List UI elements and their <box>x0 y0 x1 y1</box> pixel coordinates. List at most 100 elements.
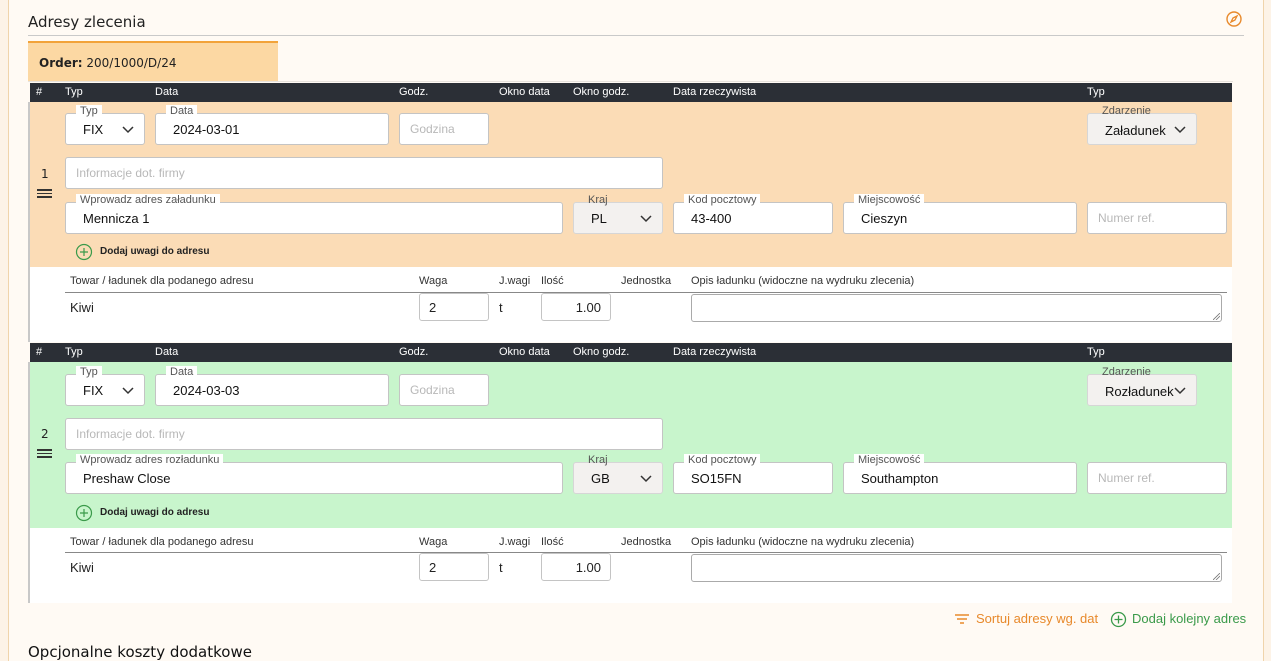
add-note-button[interactable]: Dodaj uwagi do adresu <box>75 243 210 261</box>
reference-input[interactable]: Numer ref. <box>1087 462 1227 494</box>
city-input[interactable]: Miejscowość Cieszyn <box>843 194 1077 234</box>
event-select[interactable]: Zdarzenie Rozładunek <box>1087 366 1197 406</box>
chevron-down-icon <box>122 126 134 134</box>
column-header: J.wagi <box>499 536 531 548</box>
compass-icon[interactable] <box>1226 11 1242 27</box>
time-input[interactable]: Godzina <box>399 374 489 406</box>
field-placeholder: Godzina <box>410 383 455 397</box>
column-header: # <box>36 346 43 358</box>
column-header: Data rzeczywista <box>673 346 757 358</box>
drag-handle-icon[interactable] <box>37 189 52 200</box>
add-address-label: Dodaj kolejny adres <box>1132 611 1247 626</box>
field-value: Cieszyn <box>861 211 908 226</box>
cargo-name: Kiwi <box>70 560 94 575</box>
column-header: # <box>36 86 43 98</box>
plus-circle-icon <box>1110 611 1127 628</box>
field-value: Southampton <box>861 471 939 486</box>
city-input[interactable]: Miejscowość Southampton <box>843 454 1077 494</box>
tab-order[interactable]: Order: 200/1000/D/24 <box>28 41 278 81</box>
cargo-description-textarea[interactable] <box>691 294 1222 322</box>
address-index: 2 <box>41 427 49 441</box>
company-info-input[interactable]: Informacje dot. firmy <box>65 418 663 450</box>
column-header: Data <box>155 346 179 358</box>
country-select[interactable]: Kraj PL <box>573 194 663 234</box>
postal-code-input[interactable]: Kod pocztowy 43-400 <box>673 194 833 234</box>
field-value: Preshaw Close <box>83 471 171 486</box>
section-title: Opcjonalne koszty dodatkowe <box>28 643 252 661</box>
weight-unit: t <box>499 300 503 315</box>
company-info-input[interactable]: Informacje dot. firmy <box>65 157 663 189</box>
drag-handle-icon[interactable] <box>37 449 52 460</box>
field-value: 43-400 <box>691 211 732 226</box>
chevron-down-icon <box>640 215 652 223</box>
address-input[interactable]: Wprowadz adres rozładunku Preshaw Close <box>65 454 563 494</box>
column-header: Typ <box>65 86 83 98</box>
event-select[interactable]: Zdarzenie Załadunek <box>1087 105 1197 145</box>
section-title: Adresy zlecenia <box>28 13 146 31</box>
column-header: J.wagi <box>499 275 531 287</box>
column-header: Ilość <box>541 536 564 548</box>
field-value: SO15FN <box>691 471 742 486</box>
postal-code-input[interactable]: Kod pocztowy SO15FN <box>673 454 833 494</box>
weight-input[interactable]: 2 <box>419 553 489 581</box>
add-note-label: Dodaj uwagi do adresu <box>100 246 210 257</box>
field-value: 2 <box>429 560 437 575</box>
add-note-button[interactable]: Dodaj uwagi do adresu <box>75 504 210 522</box>
field-value: 1.00 <box>575 300 601 315</box>
field-value: 2024-03-03 <box>173 383 240 398</box>
reference-input[interactable]: Numer ref. <box>1087 202 1227 234</box>
resize-grip-icon[interactable] <box>1213 313 1220 320</box>
field-label: Kraj <box>588 454 608 466</box>
field-placeholder: Godzina <box>410 122 455 136</box>
column-header: Waga <box>419 275 448 287</box>
field-label: Typ <box>76 366 102 378</box>
chevron-down-icon <box>1174 387 1186 395</box>
field-label: Wprowadz adres załadunku <box>76 194 220 206</box>
field-value: Rozładunek <box>1105 384 1174 399</box>
field-label: Zdarzenie <box>1102 366 1151 378</box>
column-header: Data rzeczywista <box>673 86 757 98</box>
column-header: Opis ładunku (widoczne na wydruku zlecen… <box>691 536 915 548</box>
column-header: Okno data <box>499 86 550 98</box>
column-header: Godz. <box>399 346 429 358</box>
chevron-down-icon <box>640 475 652 483</box>
date-input[interactable]: Data 2024-03-03 <box>155 366 389 406</box>
column-header: Ilość <box>541 275 564 287</box>
field-value: 1.00 <box>575 560 601 575</box>
column-header: Opis ładunku (widoczne na wydruku zlecen… <box>691 275 915 287</box>
column-header: Okno data <box>499 346 550 358</box>
country-select[interactable]: Kraj GB <box>573 454 663 494</box>
field-label: Zdarzenie <box>1102 105 1151 117</box>
quantity-input[interactable]: 1.00 <box>541 293 611 321</box>
field-label: Data <box>166 366 198 378</box>
field-value: FIX <box>83 122 104 137</box>
date-input[interactable]: Data 2024-03-01 <box>155 105 389 145</box>
divider <box>65 292 1227 293</box>
chevron-down-icon <box>122 387 134 395</box>
cargo-description-textarea[interactable] <box>691 554 1222 582</box>
type-select[interactable]: Typ FIX <box>65 366 145 406</box>
resize-grip-icon[interactable] <box>1213 573 1220 580</box>
field-placeholder: Numer ref. <box>1098 211 1155 225</box>
field-value: Mennicza 1 <box>83 211 150 226</box>
column-header: Typ <box>1087 346 1105 358</box>
address-table-header: # Typ Data Godz. Okno data Okno godz. Da… <box>30 343 1232 362</box>
divider <box>28 35 1244 36</box>
address-input[interactable]: Wprowadz adres załadunku Mennicza 1 <box>65 194 563 234</box>
column-header: Typ <box>65 346 83 358</box>
type-select[interactable]: Typ FIX <box>65 105 145 145</box>
field-placeholder: Numer ref. <box>1098 471 1155 485</box>
field-value: 2 <box>429 300 437 315</box>
column-header: Towar / ładunek dla podanego adresu <box>70 536 254 548</box>
sort-label: Sortuj adresy wg. dat <box>976 611 1099 626</box>
field-label: Miejscowość <box>854 454 925 466</box>
tab-order-number: 200/1000/D/24 <box>86 56 177 70</box>
plus-circle-icon <box>75 243 93 261</box>
add-note-label: Dodaj uwagi do adresu <box>100 507 210 518</box>
quantity-input[interactable]: 1.00 <box>541 553 611 581</box>
time-input[interactable]: Godzina <box>399 113 489 145</box>
sort-addresses-button[interactable]: Sortuj adresy wg. dat <box>955 611 1099 626</box>
add-address-button[interactable]: Dodaj kolejny adres <box>1110 611 1247 628</box>
address-index: 1 <box>41 167 49 181</box>
weight-input[interactable]: 2 <box>419 293 489 321</box>
